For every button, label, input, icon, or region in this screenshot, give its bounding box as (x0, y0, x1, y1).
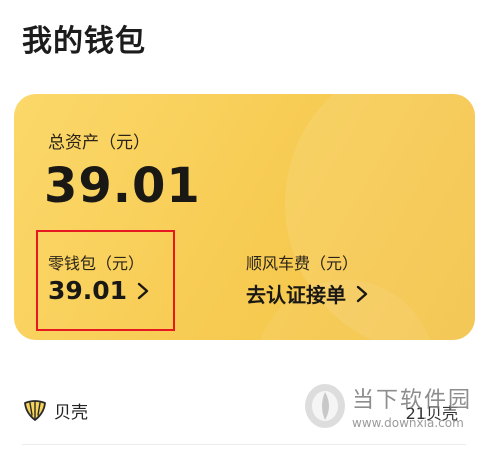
shell-label: 贝壳 (54, 402, 88, 423)
watermark-name: 当下软件园 (352, 388, 473, 413)
wallet-card: 总资产（元） 39.01 零钱包（元） 39.01 顺风车费（元） 去认证接单 (14, 94, 475, 340)
divider (22, 444, 466, 445)
verify-take-orders-link[interactable]: 去认证接单 (246, 279, 370, 308)
verify-take-orders-label: 去认证接单 (246, 283, 346, 307)
change-wallet-label: 零钱包（元） (48, 254, 145, 273)
watermark-url: www.downxia.com (352, 416, 464, 430)
chevron-right-icon (356, 285, 368, 302)
shell-icon (24, 400, 46, 421)
total-assets-label: 总资产（元） (48, 133, 150, 153)
total-assets-value: 39.01 (44, 158, 201, 214)
change-wallet-value: 39.01 (48, 276, 128, 305)
change-wallet-link[interactable]: 39.01 (48, 276, 151, 305)
chevron-right-icon (137, 282, 149, 299)
watermark: 当下软件园 www.downxia.com (302, 382, 472, 430)
page-title: 我的钱包 (22, 24, 146, 59)
ride-fee-label: 顺风车费（元） (246, 254, 359, 273)
watermark-logo-icon (305, 384, 345, 428)
